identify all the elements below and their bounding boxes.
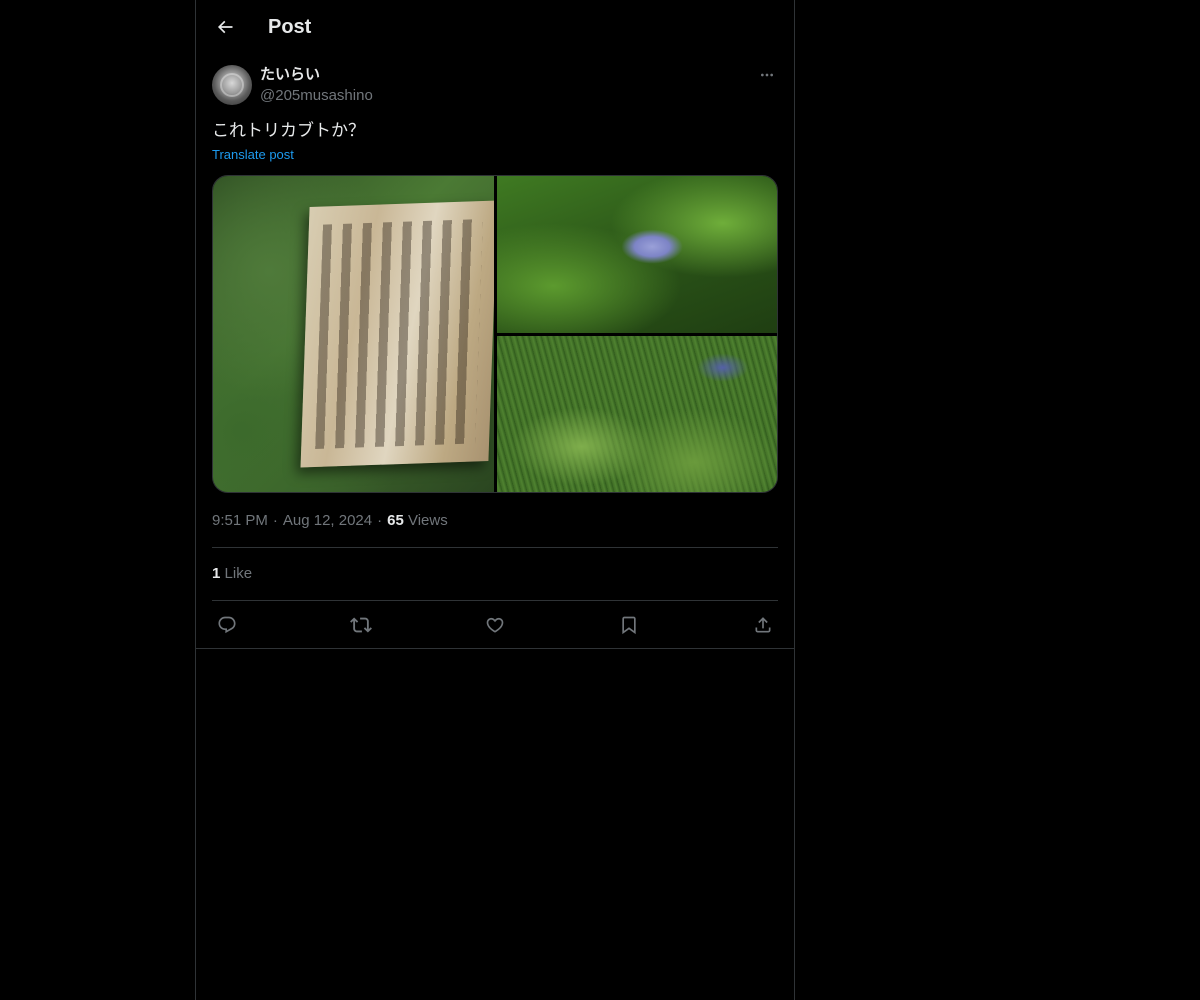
main-column: Post たいらい @205musashino これトリカブトか？ Transl… <box>195 0 795 1000</box>
divider <box>212 547 778 548</box>
reply-icon <box>217 615 237 635</box>
bookmark-button[interactable] <box>614 610 644 640</box>
views-count: 65 <box>387 512 404 529</box>
repost-button[interactable] <box>346 610 376 640</box>
more-options-button[interactable] <box>756 64 778 86</box>
like-button[interactable] <box>480 610 510 640</box>
page-title: Post <box>268 16 312 38</box>
likes-label: Like <box>224 565 253 582</box>
repost-icon <box>350 614 372 636</box>
share-button[interactable] <box>748 610 778 640</box>
heart-icon <box>485 615 505 635</box>
flower-photo[interactable] <box>497 176 777 333</box>
back-button[interactable] <box>208 10 242 44</box>
author-handle[interactable]: @205musashino <box>260 86 373 106</box>
translate-post-link[interactable]: Translate post <box>212 146 294 164</box>
post-date[interactable]: Aug 12, 2024 <box>283 512 372 529</box>
divider <box>212 600 778 601</box>
meadow-photo[interactable] <box>497 336 777 492</box>
author-display-name[interactable]: たいらい <box>260 65 320 85</box>
post-meta: 9:51 PM · Aug 12, 2024 · 65 Views <box>212 511 448 531</box>
likes-count: 1 <box>212 565 221 582</box>
meta-separator: · <box>377 512 383 529</box>
reply-button[interactable] <box>212 610 242 640</box>
post-author: たいらい @205musashino <box>212 64 778 108</box>
post-bottom-border <box>196 648 794 649</box>
sign-board <box>300 200 494 468</box>
likes-link[interactable]: 1 Like <box>212 564 252 584</box>
sign-photo[interactable] <box>213 176 494 492</box>
bookmark-icon <box>619 615 639 635</box>
page-header: Post <box>196 0 794 54</box>
views-label: Views <box>407 512 448 529</box>
share-icon <box>753 615 773 635</box>
post-text: これトリカブトか？ <box>212 121 365 141</box>
media-grid <box>212 175 778 493</box>
more-horizontal-icon <box>759 67 775 83</box>
post-time[interactable]: 9:51 PM <box>212 512 268 529</box>
arrow-left-icon <box>215 17 235 37</box>
action-bar <box>212 610 778 640</box>
meta-separator: · <box>272 512 278 529</box>
avatar[interactable] <box>212 65 252 105</box>
